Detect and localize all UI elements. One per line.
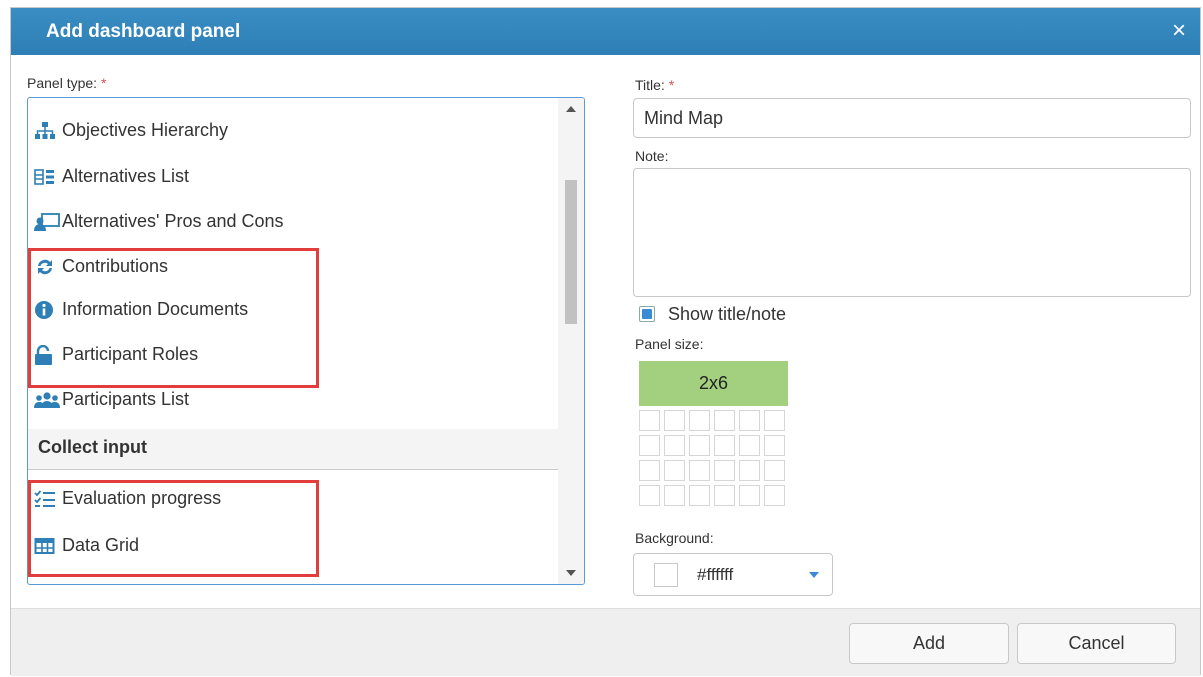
close-icon[interactable]: × (1172, 16, 1186, 46)
hierarchy-icon (35, 121, 55, 139)
note-field-label: Note: (635, 148, 669, 164)
list-item-label: Alternatives' Pros and Cons (62, 211, 284, 231)
size-cell[interactable] (664, 460, 685, 481)
list-icon (34, 168, 54, 185)
panel-size-selected[interactable]: 2x6 (638, 360, 789, 407)
list-item-label: Objectives Hierarchy (62, 120, 229, 140)
dialog-content: Panel type: * Objectives Hierarchy Alter… (11, 55, 1200, 608)
show-title-note-label: Show title/note (668, 304, 787, 324)
size-cell[interactable] (714, 410, 735, 431)
background-label: Background: (635, 530, 714, 546)
show-title-note-checkbox[interactable] (639, 306, 655, 322)
dialog-titlebar: Add dashboard panel × (11, 8, 1200, 55)
panel-type-label-text: Panel type: (27, 75, 98, 91)
required-mark: * (668, 77, 675, 93)
highlight-box (28, 480, 319, 577)
listbox-scrollbar[interactable] (558, 98, 584, 584)
size-cell[interactable] (714, 460, 735, 481)
size-cell[interactable] (639, 460, 660, 481)
title-label-text: Title: (635, 77, 665, 93)
add-dashboard-panel-dialog: Add dashboard panel × Panel type: * Obje… (10, 7, 1201, 676)
scroll-down-icon[interactable] (566, 569, 576, 577)
size-cell[interactable] (639, 435, 660, 456)
size-cell[interactable] (689, 485, 710, 506)
size-cell[interactable] (714, 485, 735, 506)
size-cell[interactable] (664, 485, 685, 506)
note-textarea[interactable] (633, 168, 1191, 297)
group-header-collect-input: Collect input (28, 429, 558, 470)
list-item-label: Participants List (62, 389, 190, 409)
size-cell[interactable] (714, 435, 735, 456)
panel-type-label: Panel type: * (27, 75, 106, 91)
size-cell[interactable] (689, 410, 710, 431)
scroll-up-icon[interactable] (566, 105, 576, 113)
size-cell[interactable] (689, 460, 710, 481)
list-item-label: Alternatives List (62, 166, 190, 186)
pros-cons-icon (34, 212, 60, 231)
title-field-label: Title: * (635, 77, 674, 93)
size-cell[interactable] (739, 485, 760, 506)
list-item-objectives-hierarchy[interactable]: Objectives Hierarchy (34, 120, 228, 141)
list-item-participants-list[interactable]: Participants List (34, 389, 189, 410)
size-cell[interactable] (764, 410, 785, 431)
panel-size-label: Panel size: (635, 336, 704, 352)
size-cell[interactable] (689, 435, 710, 456)
size-cell[interactable] (764, 460, 785, 481)
dialog-footer: Add Cancel (11, 608, 1200, 676)
add-button[interactable]: Add (849, 623, 1009, 664)
scrollbar-thumb[interactable] (565, 180, 577, 324)
size-cell[interactable] (639, 485, 660, 506)
size-cell[interactable] (664, 410, 685, 431)
size-cell[interactable] (664, 435, 685, 456)
color-swatch (654, 563, 678, 587)
size-cell[interactable] (739, 435, 760, 456)
required-mark: * (100, 75, 107, 91)
dialog-title: Add dashboard panel (46, 21, 241, 42)
people-icon (34, 391, 60, 408)
size-cell[interactable] (739, 410, 760, 431)
size-cell[interactable] (764, 435, 785, 456)
list-item-alternatives-list[interactable]: Alternatives List (34, 166, 189, 187)
highlight-box (28, 248, 319, 388)
list-item-alternatives-pros-cons[interactable]: Alternatives' Pros and Cons (34, 211, 284, 232)
group-label: Collect input (38, 437, 147, 457)
size-cell[interactable] (739, 460, 760, 481)
background-color-picker[interactable]: #ffffff (633, 553, 833, 596)
background-color-value: #ffffff (697, 565, 734, 584)
cancel-button[interactable]: Cancel (1017, 623, 1176, 664)
title-input[interactable]: Mind Map (633, 98, 1191, 138)
dropdown-arrow-icon[interactable] (809, 572, 819, 578)
size-cell[interactable] (639, 410, 660, 431)
size-cell[interactable] (764, 485, 785, 506)
